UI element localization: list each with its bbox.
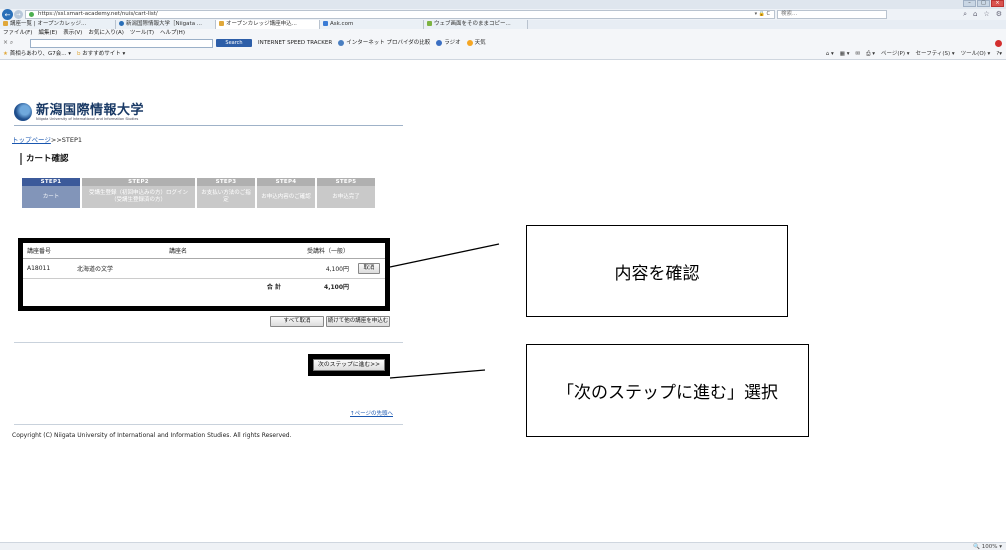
callout-confirm: 内容を確認 bbox=[526, 225, 788, 317]
callout-connectors bbox=[389, 243, 500, 379]
callout-line-confirm bbox=[389, 243, 500, 268]
callout-next-step: 「次のステップに進む」選択 bbox=[526, 344, 809, 437]
zoom-control[interactable]: 🔍 100% ▾ bbox=[973, 543, 1002, 550]
callout-line-next bbox=[389, 369, 486, 379]
status-bar: 🔍 100% ▾ bbox=[0, 542, 1006, 550]
zoom-icon: 🔍 bbox=[973, 544, 980, 550]
